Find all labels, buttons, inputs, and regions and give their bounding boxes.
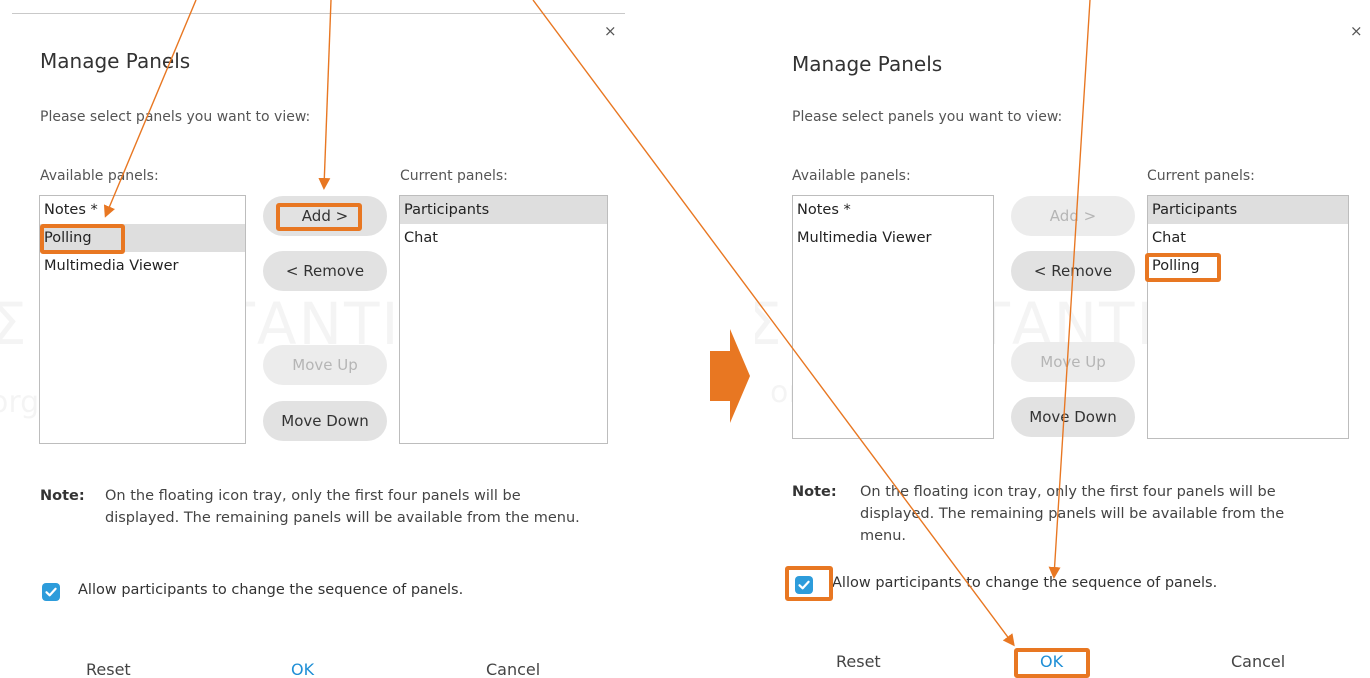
list-item[interactable]: Participants [400,196,607,224]
checkmark-icon [45,587,57,597]
allow-sequence-label: Allow participants to change the sequenc… [78,582,464,598]
close-icon[interactable]: × [604,22,617,40]
dialog-top-border [12,13,625,14]
list-item[interactable]: Polling [1148,252,1348,280]
note-label: Note: [40,488,85,504]
remove-button[interactable]: < Remove [1011,251,1135,291]
note-text: On the floating icon tray, only the firs… [860,484,1285,544]
dialog-title: Manage Panels [40,49,191,73]
dialog-subtitle: Please select panels you want to view: [792,109,1063,125]
note-block: Note: On the floating icon tray, only th… [40,485,580,555]
available-panels-list[interactable]: Notes * Polling Multimedia Viewer [39,195,246,444]
allow-sequence-checkbox[interactable] [795,576,813,594]
current-panels-label: Current panels: [1147,168,1255,184]
add-button[interactable]: Add > [263,196,387,236]
manage-panels-dialog-before: Σ ΚΩΝΣΤΑΝΤΙΝΟΣ orgme × Manage Panels Ple… [0,0,625,676]
note-label: Note: [792,484,837,500]
current-panels-label: Current panels: [400,168,508,184]
reset-button[interactable]: Reset [836,652,881,671]
list-item[interactable]: Polling [40,224,245,252]
available-panels-label: Available panels: [40,168,159,184]
dialog-subtitle: Please select panels you want to view: [40,109,311,125]
close-icon[interactable]: × [1350,22,1363,40]
list-item[interactable]: Notes * [40,196,245,224]
list-item[interactable]: Participants [1148,196,1348,224]
move-up-button[interactable]: Move Up [263,345,387,385]
ok-button[interactable]: OK [291,660,314,676]
note-block: Note: On the floating icon tray, only th… [792,481,1332,551]
ok-button[interactable]: OK [1040,652,1063,671]
dialog-title: Manage Panels [792,52,943,76]
available-panels-label: Available panels: [792,168,911,184]
arrow-right-icon [710,329,750,423]
current-panels-list[interactable]: Participants Chat [399,195,608,444]
note-text: On the floating icon tray, only the firs… [105,488,580,526]
allow-sequence-row[interactable]: Allow participants to change the sequenc… [795,575,1295,597]
allow-sequence-row[interactable]: Allow participants to change the sequenc… [42,582,542,604]
move-down-button[interactable]: Move Down [1011,397,1135,437]
manage-panels-dialog-after: Σ ΚΩΝΣΤΑΝΤΙΝΟΣ orgme × Manage Panels Ple… [755,0,1370,676]
allow-sequence-label: Allow participants to change the sequenc… [832,575,1218,591]
cancel-button[interactable]: Cancel [486,660,540,676]
add-button[interactable]: Add > [1011,196,1135,236]
checkmark-icon [798,580,810,590]
available-panels-list[interactable]: Notes * Multimedia Viewer [792,195,994,439]
list-item[interactable]: Multimedia Viewer [793,224,993,252]
list-item[interactable]: Chat [400,224,607,252]
move-up-button[interactable]: Move Up [1011,342,1135,382]
current-panels-list[interactable]: Participants Chat Polling [1147,195,1349,439]
reset-button[interactable]: Reset [86,660,131,676]
move-down-button[interactable]: Move Down [263,401,387,441]
allow-sequence-checkbox[interactable] [42,583,60,601]
list-item[interactable]: Chat [1148,224,1348,252]
remove-button[interactable]: < Remove [263,251,387,291]
cancel-button[interactable]: Cancel [1231,652,1285,671]
list-item[interactable]: Notes * [793,196,993,224]
list-item[interactable]: Multimedia Viewer [40,252,245,280]
